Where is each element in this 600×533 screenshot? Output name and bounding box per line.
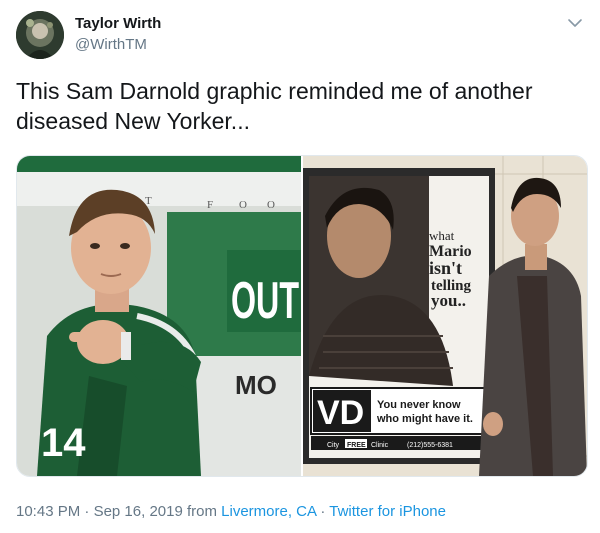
poster-footer: Clinic — [371, 442, 389, 449]
banner-letter: F — [207, 199, 213, 211]
from-text: from — [182, 503, 222, 520]
tweet-meta: 10:43 PM · Sep 16, 2019 from Livermore, … — [16, 503, 446, 520]
svg-text:14: 14 — [41, 421, 86, 465]
separator-dot: · — [316, 503, 330, 520]
poster-footer: (212)555-6381 — [407, 442, 453, 449]
tweet-card: Taylor Wirth @WirthTM This Sam Darnold g… — [0, 0, 600, 533]
tweet-text: This Sam Darnold graphic reminded me of … — [16, 76, 576, 136]
source-link[interactable]: Twitter for iPhone — [329, 503, 446, 520]
vd-tagline: who might have it. — [376, 413, 473, 425]
banner-letter: O — [239, 199, 247, 211]
banner-letter: O — [267, 199, 275, 211]
user-handle[interactable]: @WirthTM — [75, 36, 147, 53]
sign-mo-text: MO — [235, 370, 277, 400]
separator-dot: · — [80, 503, 94, 520]
poster-footer: FREE — [347, 442, 366, 449]
poster-footer: City — [327, 442, 340, 449]
tweet-text-line: diseased New Yorker... — [16, 108, 250, 134]
avatar[interactable] — [16, 11, 64, 59]
tweet-media[interactable]: T F O O OUT MO 14 what Mario isn't telli… — [16, 155, 588, 477]
avatar-image — [16, 11, 64, 59]
poster-text: isn't — [429, 258, 462, 278]
media-photo-left[interactable]: T F O O OUT MO 14 — [17, 156, 301, 476]
tweet-text-line: This Sam Darnold graphic reminded me of … — [16, 78, 533, 104]
location-link[interactable]: Livermore, CA — [221, 503, 316, 520]
display-name[interactable]: Taylor Wirth — [75, 15, 161, 32]
vd-tagline: You never know — [377, 399, 461, 411]
sign-out-text: OUT — [231, 272, 299, 330]
poster-text: what — [429, 228, 455, 243]
poster-text: you.. — [431, 291, 466, 310]
tweet-time[interactable]: 10:43 PM — [16, 503, 80, 520]
chevron-down-icon[interactable] — [566, 14, 584, 32]
media-photo-right[interactable]: what Mario isn't telling you.. VD You ne… — [303, 156, 587, 476]
tweet-date[interactable]: Sep 16, 2019 — [94, 503, 183, 520]
vd-logo: VD — [317, 394, 364, 432]
